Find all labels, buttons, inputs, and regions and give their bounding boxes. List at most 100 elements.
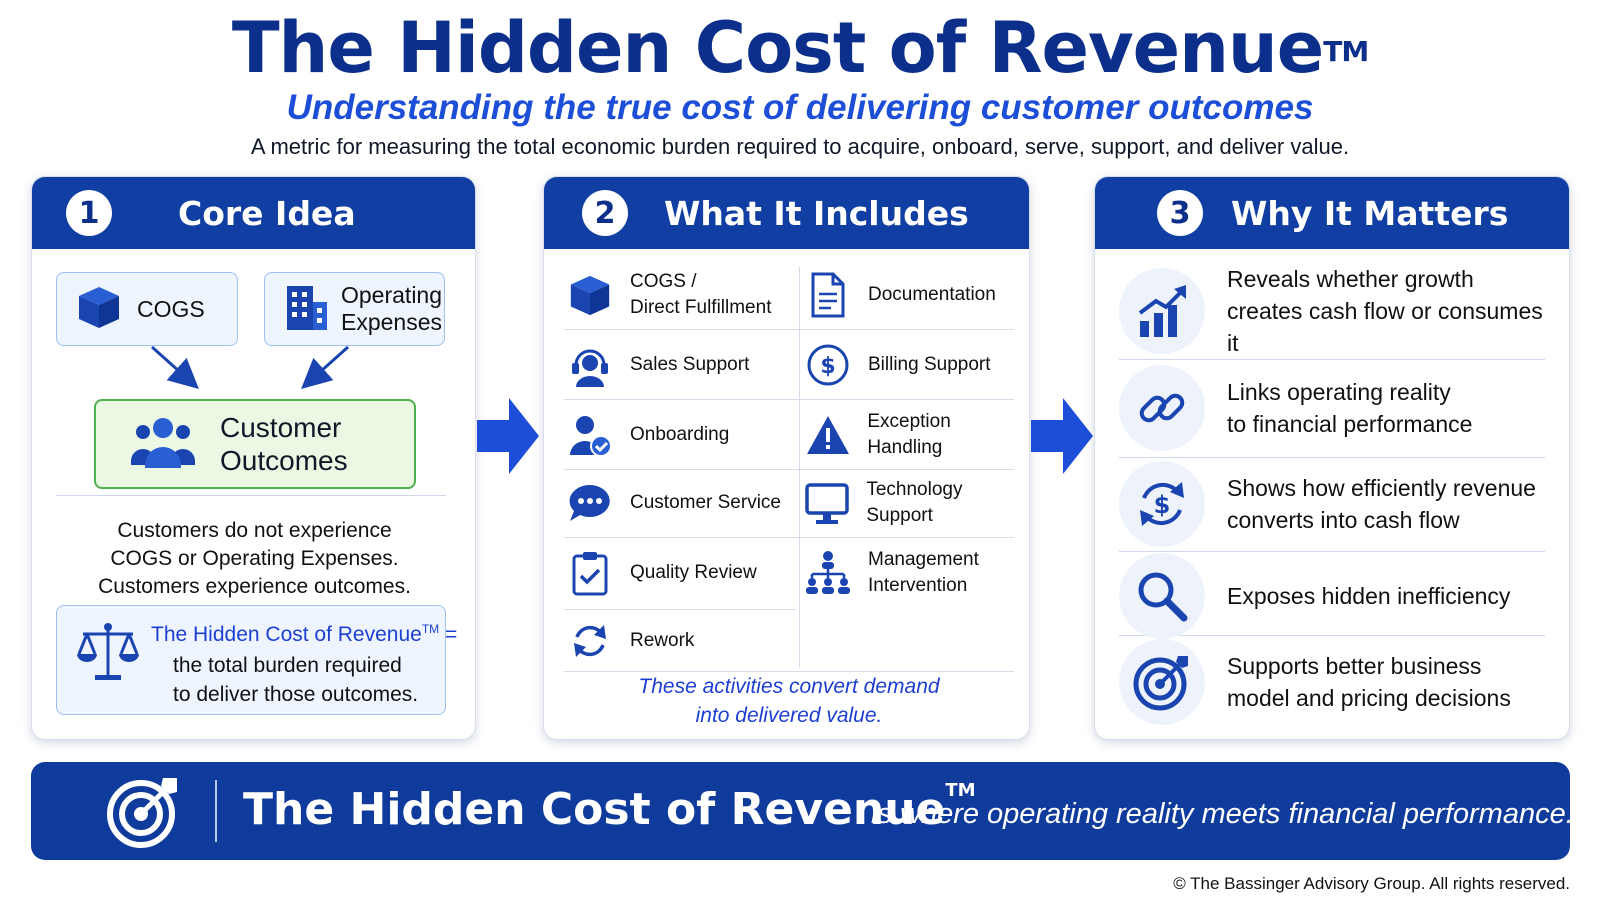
note-line2: into delivered value. (695, 704, 883, 727)
clipboard-check-icon (564, 547, 616, 599)
banner-title-text: The Hidden Cost of Revenue (243, 784, 946, 835)
title-text: The Hidden Cost of Revenue (231, 7, 1324, 89)
include-label: Billing Support (868, 354, 991, 375)
divider (1119, 551, 1545, 552)
headset-icon (564, 339, 616, 391)
include-item-technology-support: Technology Support (802, 469, 1029, 537)
banner-divider (215, 780, 217, 842)
definition-title-text: The Hidden Cost of Revenue (151, 623, 422, 646)
panel-title: What It Includes (664, 193, 969, 233)
include-item-quality-review: Quality Review (564, 539, 757, 607)
refresh-icon (564, 615, 616, 667)
include-label-line2: Intervention (868, 575, 968, 596)
why-item-decisions: Supports better business model and prici… (1119, 639, 1545, 725)
include-label: Rework (630, 630, 695, 651)
dollar-circle-icon: $ (802, 339, 854, 391)
divider (1119, 457, 1545, 458)
chat-icon (564, 477, 616, 529)
target-icon (1119, 639, 1205, 725)
statement-line3: Customers experience outcomes. (98, 575, 411, 598)
step-number: 2 (582, 190, 628, 236)
divider (56, 495, 446, 496)
statement-line1: Customers do not experience (117, 519, 392, 542)
warning-icon (802, 409, 853, 461)
include-label: Quality Review (630, 562, 757, 583)
include-item-management-intervention: Management Intervention (802, 539, 979, 607)
include-item-documentation: Documentation (802, 261, 996, 329)
include-item-cogs: COGS / Direct Fulfillment (564, 261, 771, 329)
svg-text:$: $ (820, 354, 835, 379)
merge-arrows (150, 345, 350, 390)
include-label-line2: Direct Fulfillment (630, 297, 772, 318)
box-icon (564, 269, 616, 321)
flow-arrow-right-icon (477, 398, 539, 474)
link-icon (1119, 365, 1205, 451)
column-divider (799, 267, 800, 667)
scales-icon (75, 620, 141, 689)
page-subtitle: Understanding the true cost of deliverin… (286, 88, 1314, 127)
row-divider (564, 329, 1014, 330)
definition-box: The Hidden Cost of RevenueTM = the total… (56, 605, 457, 715)
why-line1: Links operating reality (1227, 379, 1451, 405)
definition-equals: = (439, 623, 458, 646)
core-idea-panel: 1 Core Idea COGS Operating Expenses Cust… (31, 176, 476, 740)
include-item-sales-support: Sales Support (564, 331, 749, 399)
include-label: Customer Service (630, 492, 781, 513)
include-label: Documentation (868, 284, 996, 305)
include-item-onboarding: Onboarding (564, 401, 729, 469)
definition-title: The Hidden Cost of RevenueTM = (151, 622, 457, 647)
why-line2: model and pricing decisions (1227, 685, 1511, 711)
why-line2: to financial performance (1227, 411, 1473, 437)
why-line1: Shows how efficiently revenue (1227, 475, 1536, 501)
why-item-efficiency: $ Shows how efficiently revenue converts… (1119, 461, 1545, 547)
include-label-line1: Management (868, 549, 979, 570)
org-chart-icon (802, 547, 854, 599)
what-it-includes-header: 2 What It Includes (544, 177, 1029, 249)
why-it-matters-header: 3 Why It Matters (1095, 177, 1569, 249)
row-divider (564, 537, 1014, 538)
include-label: Technology Support (866, 479, 963, 526)
include-item-billing-support: $ Billing Support (802, 331, 991, 399)
growth-chart-icon (1119, 268, 1205, 354)
trademark-mark: TM (1323, 35, 1369, 68)
definition-line1: the total burden required (173, 654, 402, 677)
why-item-inefficiency: Exposes hidden inefficiency (1119, 553, 1545, 639)
why-item-growth: Reveals whether growth creates cash flow… (1119, 263, 1545, 359)
why-line2: converts into cash flow (1227, 507, 1460, 533)
why-line1: Exposes hidden inefficiency (1227, 583, 1511, 609)
panel-title: Why It Matters (1231, 193, 1509, 233)
definition-line2: to deliver those outcomes. (173, 683, 419, 706)
include-label: Sales Support (630, 354, 750, 375)
summary-banner: The Hidden Cost of RevenueTM is where op… (31, 762, 1574, 860)
statement-line2: COGS or Operating Expenses. (110, 547, 399, 570)
target-icon (105, 774, 181, 855)
why-it-matters-panel: 3 Why It Matters Reveals whether growth … (1094, 176, 1570, 740)
people-icon (130, 415, 196, 474)
include-label-line1: COGS / (630, 271, 697, 292)
note-line1: These activities convert demand (638, 675, 940, 698)
definition-trademark: TM (421, 622, 440, 636)
why-item-links: Links operating reality to financial per… (1119, 365, 1545, 451)
outcome-line1: Customer (220, 412, 342, 443)
banner-title: The Hidden Cost of RevenueTM (243, 780, 976, 835)
why-line1: Supports better business (1227, 653, 1482, 679)
step-number: 3 (1157, 190, 1203, 236)
why-line2: creates cash flow or consumes it (1227, 298, 1543, 356)
include-label: Onboarding (630, 424, 730, 445)
include-item-rework: Rework (564, 607, 694, 675)
outcome-line2: Outcomes (220, 445, 348, 476)
what-it-includes-panel: 2 What It Includes COGS / Direct Fulfill… (543, 176, 1030, 740)
include-item-exception-handling: Exception Handling (802, 401, 1029, 469)
row-divider (564, 399, 1014, 400)
divider (1119, 359, 1545, 360)
banner-tagline: is where operating reality meets financi… (871, 798, 1574, 830)
customer-outcomes-box: Customer Outcomes (94, 399, 416, 489)
svg-text:$: $ (1154, 491, 1171, 519)
page-description: A metric for measuring the total economi… (250, 134, 1350, 159)
monitor-icon (802, 477, 852, 529)
dollar-cycle-icon: $ (1119, 461, 1205, 547)
includes-note: These activities convert demand into del… (574, 672, 1004, 730)
user-check-icon (564, 409, 616, 461)
include-item-customer-service: Customer Service (564, 469, 781, 537)
why-line1: Reveals whether growth (1227, 266, 1474, 292)
